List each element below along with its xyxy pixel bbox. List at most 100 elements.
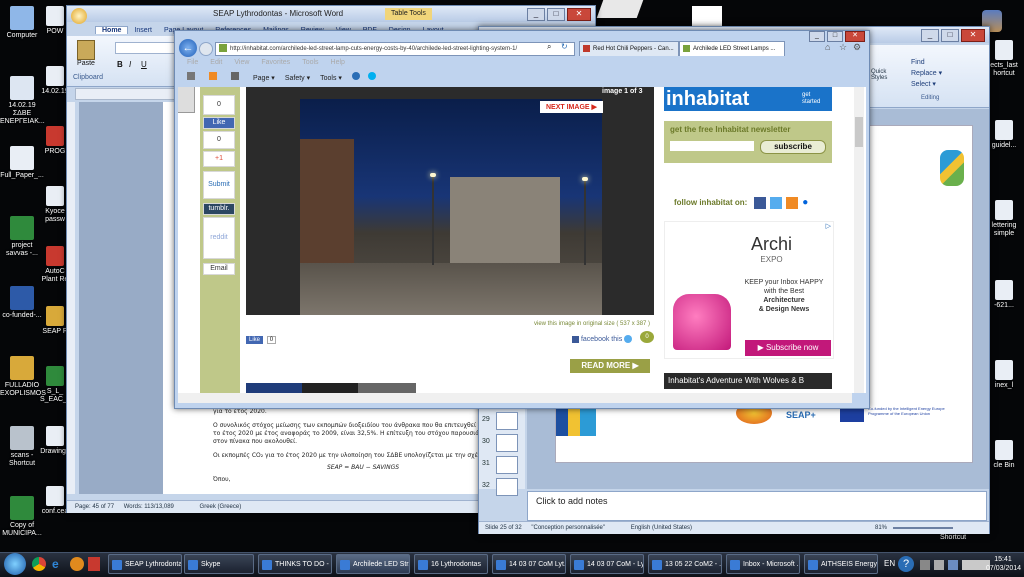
- desktop-icon[interactable]: guidel...: [984, 120, 1024, 150]
- language-indicator[interactable]: Greek (Greece): [200, 504, 242, 510]
- theme-name[interactable]: "Conception personnalisée": [531, 525, 605, 531]
- skype-icon[interactable]: [367, 72, 376, 80]
- inhabitat-logo[interactable]: inhabitat get started: [664, 87, 832, 111]
- rss-follow-icon[interactable]: [786, 197, 799, 209]
- desktop-top-icon[interactable]: [692, 6, 722, 26]
- page-count[interactable]: Page: 45 of 77: [75, 504, 114, 510]
- maximize-button[interactable]: □: [547, 8, 565, 21]
- taskbar-button[interactable]: Archilede LED Str...: [336, 554, 410, 574]
- desktop-icon[interactable]: lettering simple: [984, 200, 1024, 238]
- notes-pane[interactable]: Click to add notes: [527, 491, 987, 521]
- taskbar-button[interactable]: THINKS TO DO - ...: [258, 554, 332, 574]
- ad-choices-icon[interactable]: ▷: [826, 222, 831, 230]
- fb-like-button[interactable]: Like 0: [246, 336, 277, 344]
- ppt-editing-select-button[interactable]: Select ▾: [911, 79, 942, 90]
- underline-button[interactable]: U: [141, 60, 147, 69]
- slide-counter[interactable]: Slide 25 of 32: [485, 525, 522, 531]
- language-indicator-tray[interactable]: EN: [884, 559, 895, 568]
- rss-icon[interactable]: [209, 72, 217, 80]
- slide-thumbnail[interactable]: [496, 456, 518, 474]
- word-tab-home[interactable]: Home: [95, 26, 129, 34]
- tray-icons[interactable]: [920, 560, 990, 570]
- taskbar-button[interactable]: AITHSEIS Energy ...: [804, 554, 878, 574]
- scrollbar-thumb[interactable]: [855, 117, 863, 147]
- vertical-scrollbar[interactable]: [854, 87, 864, 393]
- back-button[interactable]: ←: [179, 39, 197, 57]
- menu-help[interactable]: Help: [331, 59, 345, 66]
- ie-pinned-icon[interactable]: e: [52, 557, 66, 571]
- clock[interactable]: 15:41 07/03/2014: [986, 555, 1021, 573]
- desktop-icon[interactable]: Copy of MUNICIPA...: [0, 496, 44, 538]
- ie-close-button[interactable]: ✕: [845, 31, 865, 42]
- desktop-icon[interactable]: scans - Shortcut: [0, 426, 44, 468]
- home-icon[interactable]: ⌂: [825, 42, 830, 52]
- desktop-icon[interactable]: ects_last hortcut: [984, 40, 1024, 78]
- menu-view[interactable]: View: [234, 59, 249, 66]
- search-icon[interactable]: ⌕: [547, 42, 551, 52]
- desktop-icon[interactable]: Full_Paper_...: [0, 146, 44, 180]
- print-icon[interactable]: [231, 72, 239, 80]
- desktop-icon[interactable]: Computer: [0, 6, 44, 40]
- ie-maximize-button[interactable]: □: [827, 31, 843, 42]
- browser-tab[interactable]: Archilede LED Street Lamps ...: [679, 41, 785, 56]
- desktop-icon[interactable]: -621...: [984, 280, 1024, 310]
- taskbar-button[interactable]: Skype: [184, 554, 254, 574]
- word-tab-insert[interactable]: Insert: [128, 27, 158, 34]
- share-count-button[interactable]: 0: [203, 131, 235, 149]
- taskbar-button[interactable]: Inbox - Microsoft ...: [726, 554, 800, 574]
- forward-button[interactable]: [199, 42, 213, 56]
- table-tools-tab[interactable]: Table Tools: [385, 8, 432, 20]
- desktop-icon[interactable]: 14.02.19 ΣΔΒΕ ΕΝΕΡΓΕΙΑΚ...: [0, 76, 45, 126]
- comment-count-bubble[interactable]: 0: [640, 331, 654, 343]
- italic-button[interactable]: I: [129, 60, 131, 69]
- home-page-icon[interactable]: [187, 72, 195, 80]
- desktop-icon[interactable]: cle Bin: [984, 440, 1024, 470]
- bold-button[interactable]: B: [117, 60, 123, 69]
- settings-gear-icon[interactable]: ⚙: [853, 42, 861, 53]
- ppt-editing-find-button[interactable]: Find: [911, 57, 942, 68]
- taskbar-button[interactable]: 16 Lythrodontas: [414, 554, 488, 574]
- ppt-minimize-button[interactable]: _: [921, 29, 939, 42]
- desktop-icon[interactable]: FULLADIO EXOPLISMOS: [0, 356, 46, 398]
- refresh-icon[interactable]: ↻: [561, 42, 568, 51]
- taskbar-button[interactable]: 13 05 22 CoM2 - ...: [648, 554, 722, 574]
- office-button[interactable]: [71, 8, 87, 24]
- subscribe-button[interactable]: subscribe: [760, 140, 826, 154]
- share-tumblr-button[interactable]: tumblr.: [203, 203, 235, 215]
- help-circle-icon[interactable]: [351, 72, 360, 80]
- command-safety-button[interactable]: Safety ▾: [285, 75, 310, 82]
- quick-styles-button[interactable]: Quick Styles: [871, 69, 901, 81]
- horizontal-scrollbar[interactable]: [178, 393, 852, 403]
- next-image-button[interactable]: NEXT IMAGE ▶: [540, 101, 603, 113]
- help-icon[interactable]: ?: [898, 556, 914, 572]
- archiexpo-ad[interactable]: ▷ Archi EXPO KEEP your Inbox HAPPY with …: [664, 221, 834, 359]
- chrome-pinned-icon[interactable]: [32, 557, 46, 571]
- menu-tools[interactable]: Tools: [302, 59, 318, 66]
- ppt-editing-replace-button[interactable]: Replace ▾: [911, 68, 942, 79]
- ppt-language[interactable]: English (United States): [631, 525, 692, 531]
- share-stumble-button[interactable]: Submit: [203, 171, 235, 199]
- favorites-star-icon[interactable]: ☆: [839, 42, 847, 53]
- get-started-link[interactable]: get started: [802, 92, 828, 106]
- ppt-close-button[interactable]: ✕: [961, 29, 985, 42]
- zoom-level[interactable]: 81%: [875, 522, 887, 534]
- menu-favorites[interactable]: Favorites: [261, 59, 290, 66]
- ad-subscribe-button[interactable]: ▶ Subscribe now: [745, 340, 831, 356]
- twitter-follow-icon[interactable]: [769, 197, 782, 209]
- sidebar-gear-button[interactable]: [178, 87, 195, 113]
- browser-tab[interactable]: Red Hot Chili Peppers - Can...: [579, 41, 679, 56]
- word-count[interactable]: Words: 113/13,089: [124, 504, 174, 510]
- share-email-button[interactable]: Email: [203, 263, 235, 275]
- menu-edit[interactable]: Edit: [210, 59, 222, 66]
- zoom-slider[interactable]: [893, 527, 953, 529]
- facebook-this-link[interactable]: facebook this: [572, 335, 633, 343]
- facebook-follow-icon[interactable]: [753, 197, 766, 209]
- flickr-follow-icon[interactable]: ●: [802, 197, 815, 209]
- media-pinned-icon[interactable]: [70, 557, 84, 571]
- share-thumbs-button[interactable]: 0: [203, 95, 235, 115]
- taskbar-button[interactable]: SEAP Lythrodonta...: [108, 554, 182, 574]
- ie-minimize-button[interactable]: _: [809, 31, 825, 42]
- share-fblike-button[interactable]: Like: [203, 117, 235, 129]
- share-reddit-button[interactable]: reddit: [203, 217, 235, 259]
- newsletter-email-input[interactable]: [670, 141, 754, 151]
